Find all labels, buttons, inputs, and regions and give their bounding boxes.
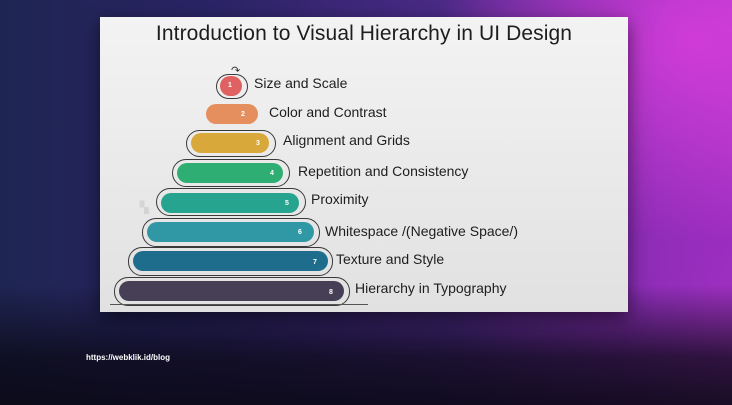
- step-8-label: Hierarchy in Typography: [355, 280, 507, 296]
- step-5-label: Proximity: [311, 191, 369, 207]
- blog-url-link[interactable]: https://webklik.id/blog: [86, 353, 170, 362]
- step-6-number: 6: [298, 229, 302, 236]
- step-4-label: Repetition and Consistency: [298, 163, 469, 179]
- watermark: ▚: [140, 202, 149, 214]
- step-7-bar: [133, 251, 328, 271]
- step-8-bar: [119, 281, 344, 301]
- step-2-number: 2: [241, 111, 245, 118]
- arrow-icon: ↷: [231, 65, 241, 77]
- step-8-number: 8: [329, 289, 333, 296]
- step-2-label: Color and Contrast: [269, 104, 387, 120]
- slide: Introduction to Visual Hierarchy in UI D…: [100, 17, 628, 312]
- step-4-bar: [177, 163, 283, 183]
- baseline-divider: [110, 304, 368, 305]
- step-5-bar: [161, 193, 299, 213]
- step-1-number: 1: [228, 82, 232, 89]
- step-3-number: 3: [256, 140, 260, 147]
- step-4-number: 4: [270, 170, 274, 177]
- step-6-bar: [147, 222, 314, 242]
- step-2-bar: [206, 104, 258, 124]
- step-7-number: 7: [313, 259, 317, 266]
- step-3-label: Alignment and Grids: [283, 132, 410, 148]
- step-5-number: 5: [285, 200, 289, 207]
- step-1-label: Size and Scale: [254, 75, 348, 91]
- slide-title: Introduction to Visual Hierarchy in UI D…: [155, 22, 573, 45]
- step-6-label: Whitespace /(Negative Space/): [325, 223, 518, 239]
- step-7-label: Texture and Style: [336, 251, 445, 267]
